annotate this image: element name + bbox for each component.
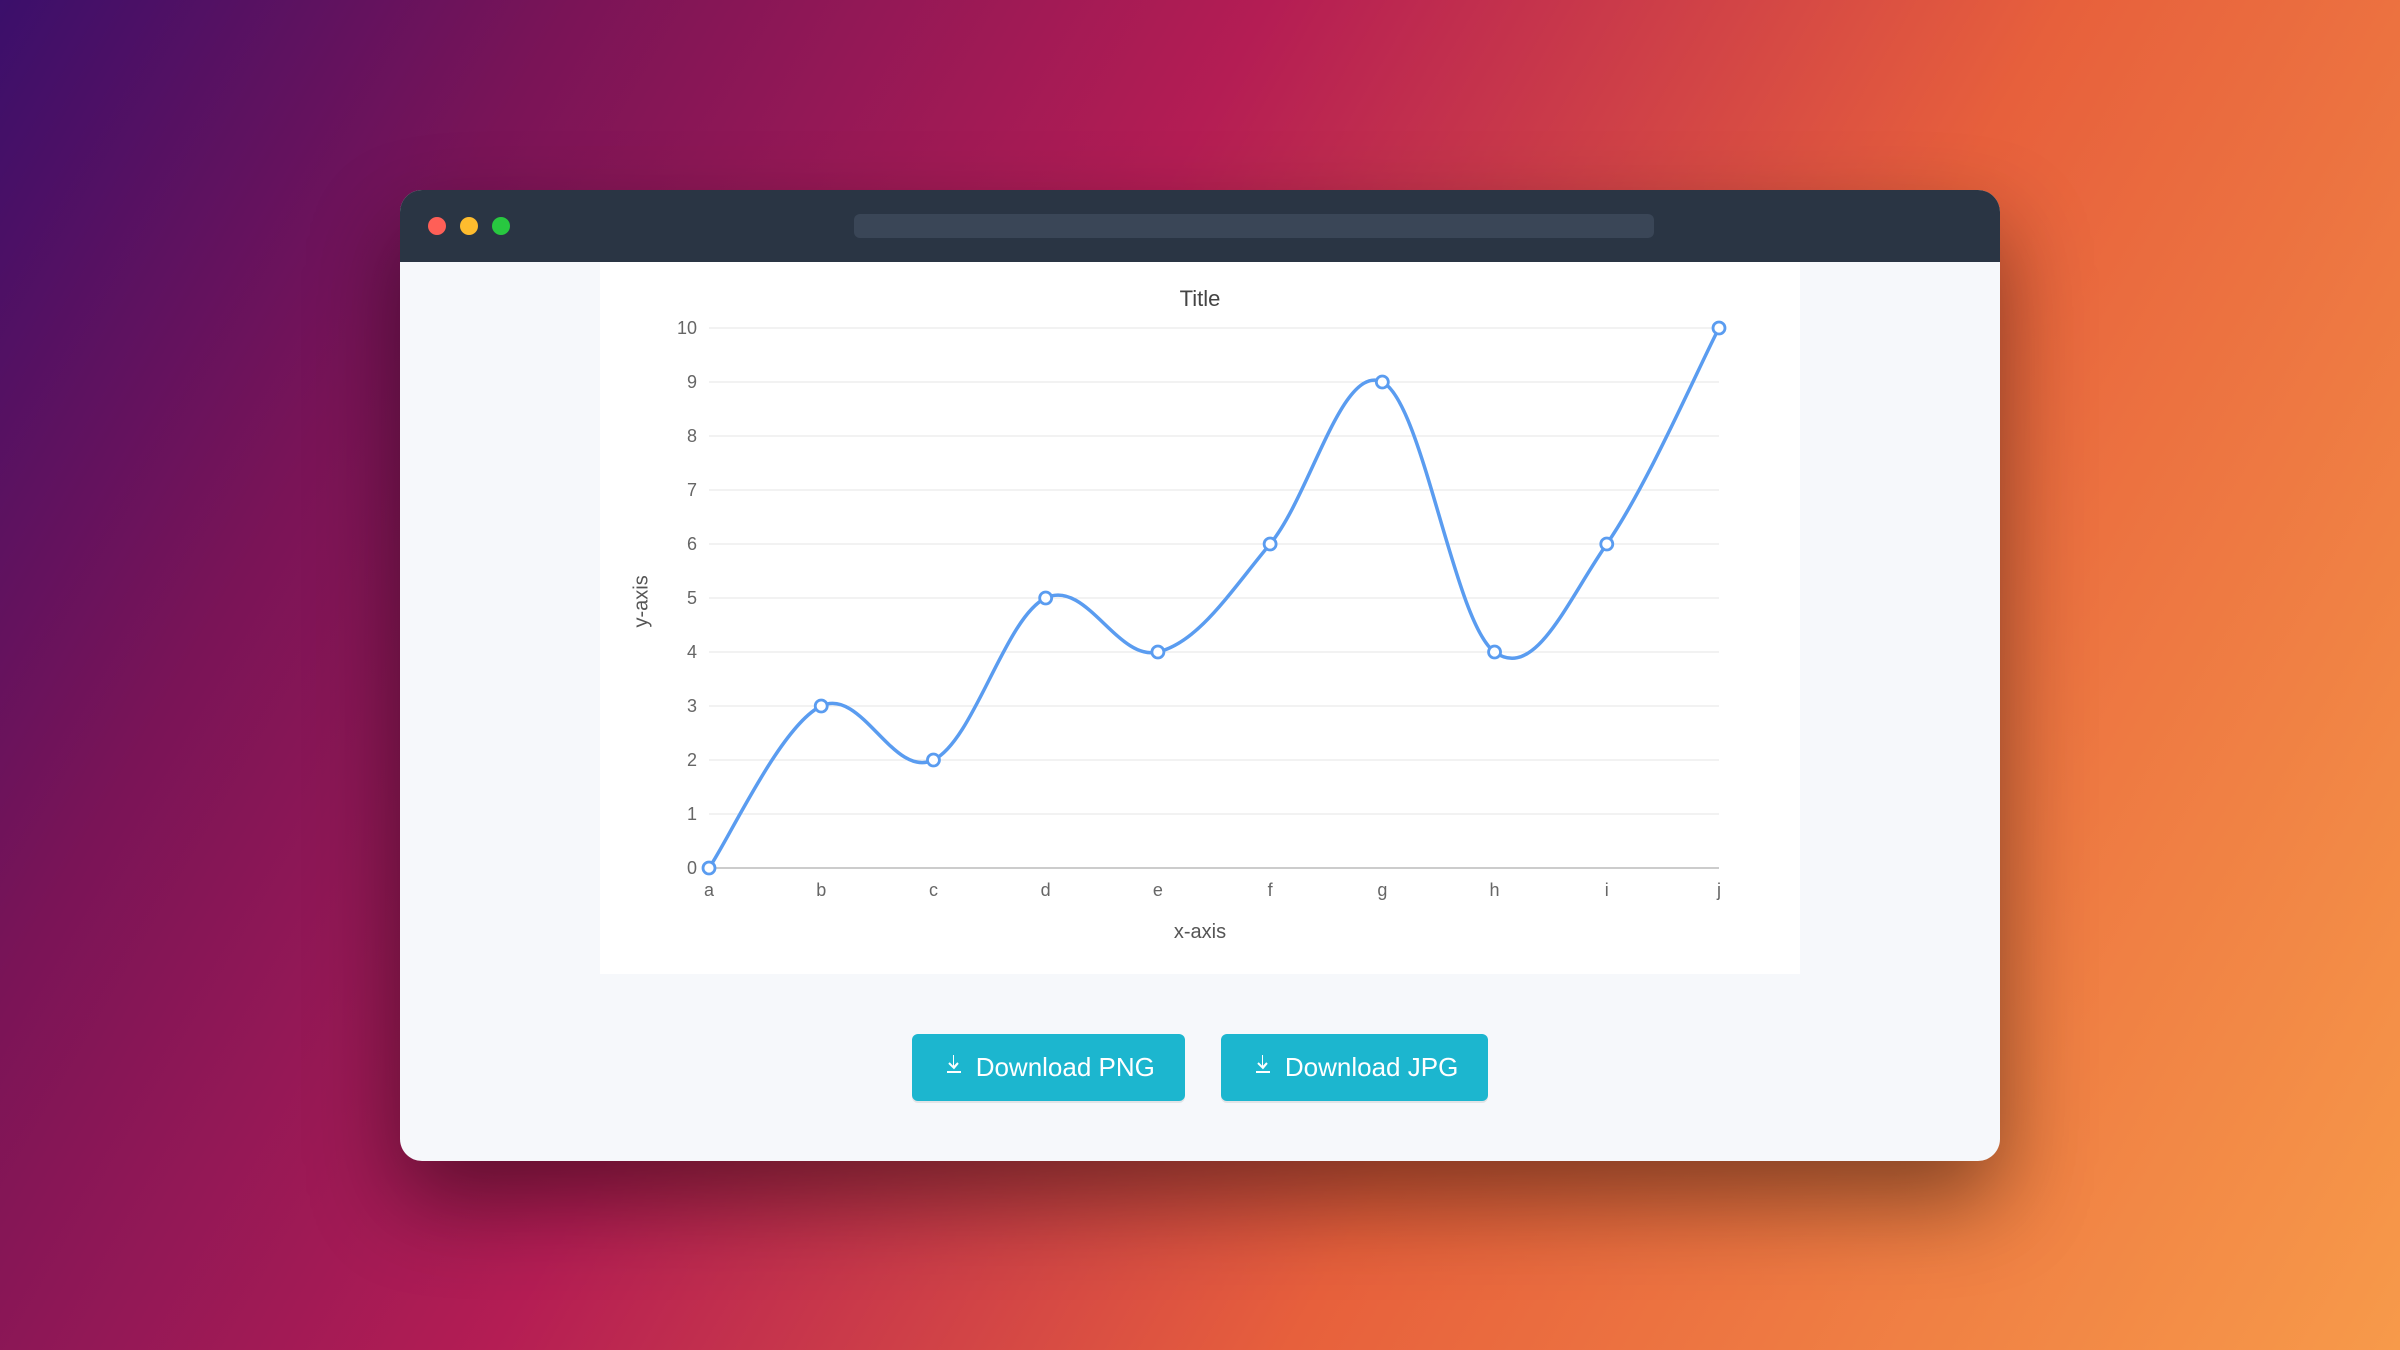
download-jpg-label: Download JPG — [1285, 1052, 1458, 1083]
x-tick-label: g — [1377, 880, 1387, 900]
chart-body: y-axis 0 1 2 3 4 5 6 7 8 9 10 a b c d e f g h i j — [630, 318, 1770, 913]
data-point — [1489, 646, 1501, 658]
x-tick-label: c — [929, 880, 938, 900]
y-tick-label: 10 — [677, 318, 697, 338]
minimize-icon[interactable] — [460, 217, 478, 235]
y-tick-label: 6 — [687, 534, 697, 554]
page-content: Title y-axis 0 1 2 3 4 5 6 7 8 9 10 a b c d e f g h i j x-ax… — [400, 262, 2000, 1161]
y-tick-label: 4 — [687, 642, 697, 662]
y-tick-label: 0 — [687, 858, 697, 878]
y-tick-label: 2 — [687, 750, 697, 770]
x-tick-label: j — [1716, 880, 1721, 900]
chart-title: Title — [630, 286, 1770, 312]
download-png-label: Download PNG — [976, 1052, 1155, 1083]
x-axis-label: x-axis — [630, 921, 1770, 944]
data-point — [927, 754, 939, 766]
x-tick-label: f — [1268, 880, 1274, 900]
app-window: Title y-axis 0 1 2 3 4 5 6 7 8 9 10 a b c d e f g h i j x-ax… — [400, 190, 2000, 1161]
y-tick-label: 7 — [687, 480, 697, 500]
download-jpg-button[interactable]: Download JPG — [1221, 1034, 1488, 1101]
download-icon — [942, 1052, 966, 1083]
data-point — [1713, 322, 1725, 334]
data-point — [1152, 646, 1164, 658]
window-controls — [428, 217, 510, 235]
data-point — [1601, 538, 1613, 550]
y-tick-label: 8 — [687, 426, 697, 446]
y-tick-label: 3 — [687, 696, 697, 716]
x-tick-label: a — [704, 880, 715, 900]
data-point — [703, 862, 715, 874]
y-tick-label: 9 — [687, 372, 697, 392]
maximize-icon[interactable] — [492, 217, 510, 235]
chart-card: Title y-axis 0 1 2 3 4 5 6 7 8 9 10 a b c d e f g h i j x-ax… — [600, 262, 1800, 974]
y-tick-label: 1 — [687, 804, 697, 824]
data-point — [1376, 376, 1388, 388]
y-tick-label: 5 — [687, 588, 697, 608]
line-chart: 0 1 2 3 4 5 6 7 8 9 10 a b c d e f g h i j — [654, 318, 1734, 908]
download-buttons: Download PNG Download JPG — [400, 1034, 2000, 1101]
data-point — [1040, 592, 1052, 604]
x-tick-label: h — [1490, 880, 1500, 900]
x-tick-label: d — [1041, 880, 1051, 900]
x-tick-label: i — [1605, 880, 1609, 900]
x-tick-label: b — [816, 880, 826, 900]
address-bar[interactable] — [854, 214, 1654, 238]
download-icon — [1251, 1052, 1275, 1083]
x-tick-label: e — [1153, 880, 1163, 900]
data-point — [1264, 538, 1276, 550]
y-axis-label: y-axis — [631, 603, 654, 627]
data-point — [815, 700, 827, 712]
window-titlebar — [400, 190, 2000, 262]
download-png-button[interactable]: Download PNG — [912, 1034, 1185, 1101]
close-icon[interactable] — [428, 217, 446, 235]
